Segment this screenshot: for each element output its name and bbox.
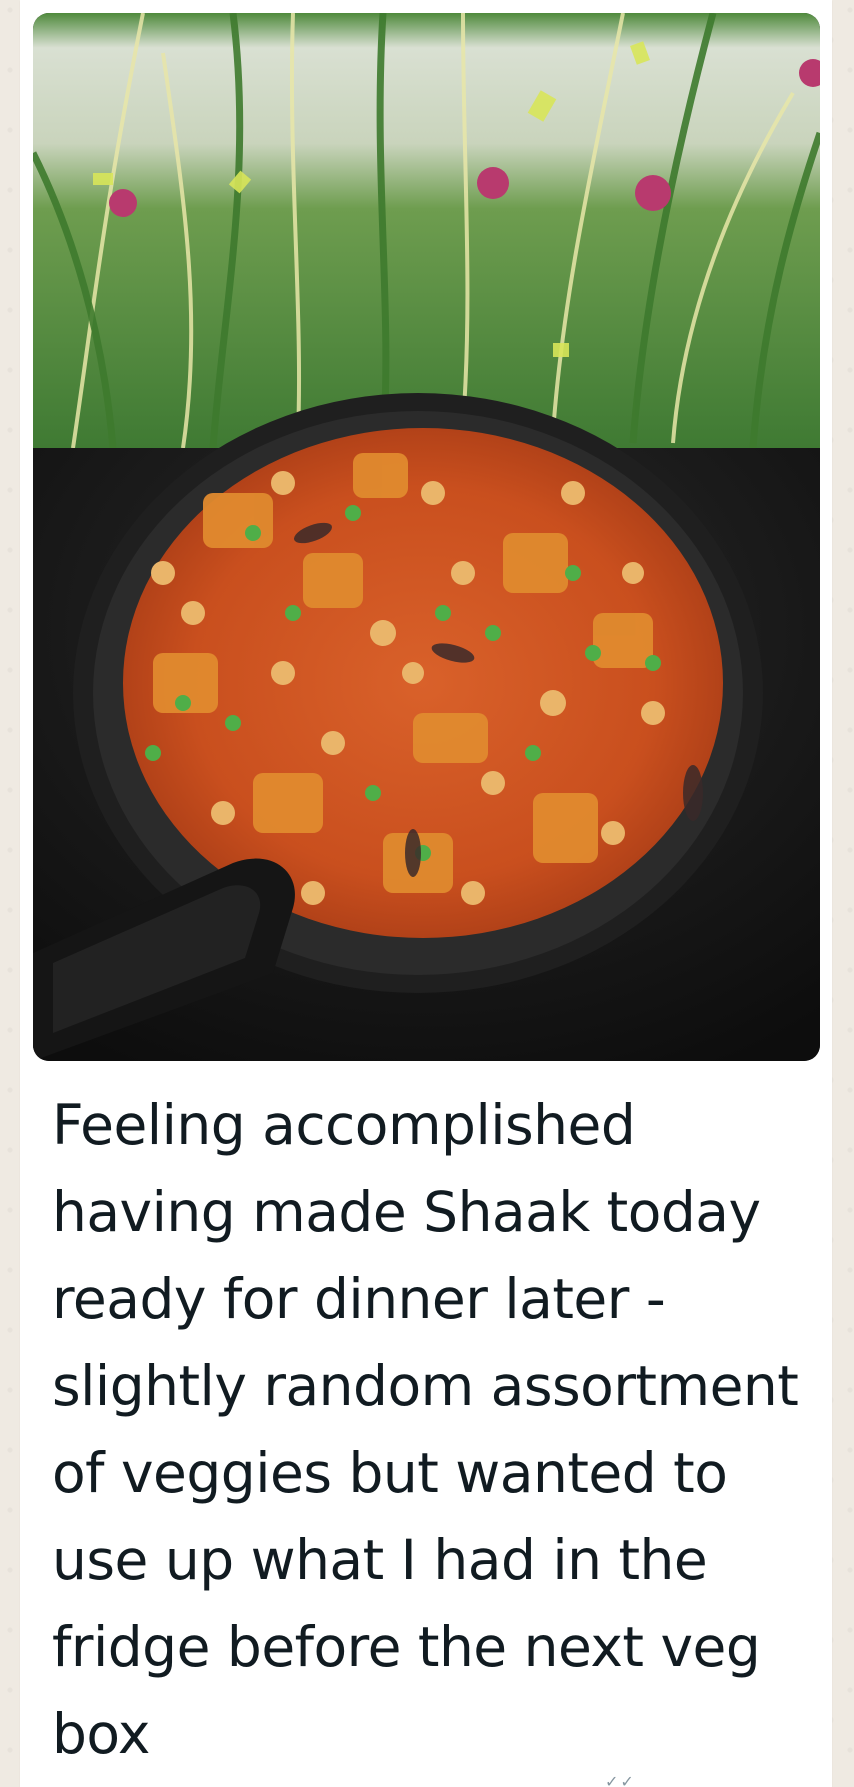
message-photo[interactable] <box>33 13 820 1061</box>
message-bubble[interactable]: Feeling accomplished having made Shaak t… <box>20 0 832 1787</box>
shaak-curry-photo-icon <box>33 13 820 1061</box>
message-caption: Feeling accomplished having made Shaak t… <box>52 1093 799 1766</box>
message-status-icon: ✓✓ <box>605 1774 636 1787</box>
